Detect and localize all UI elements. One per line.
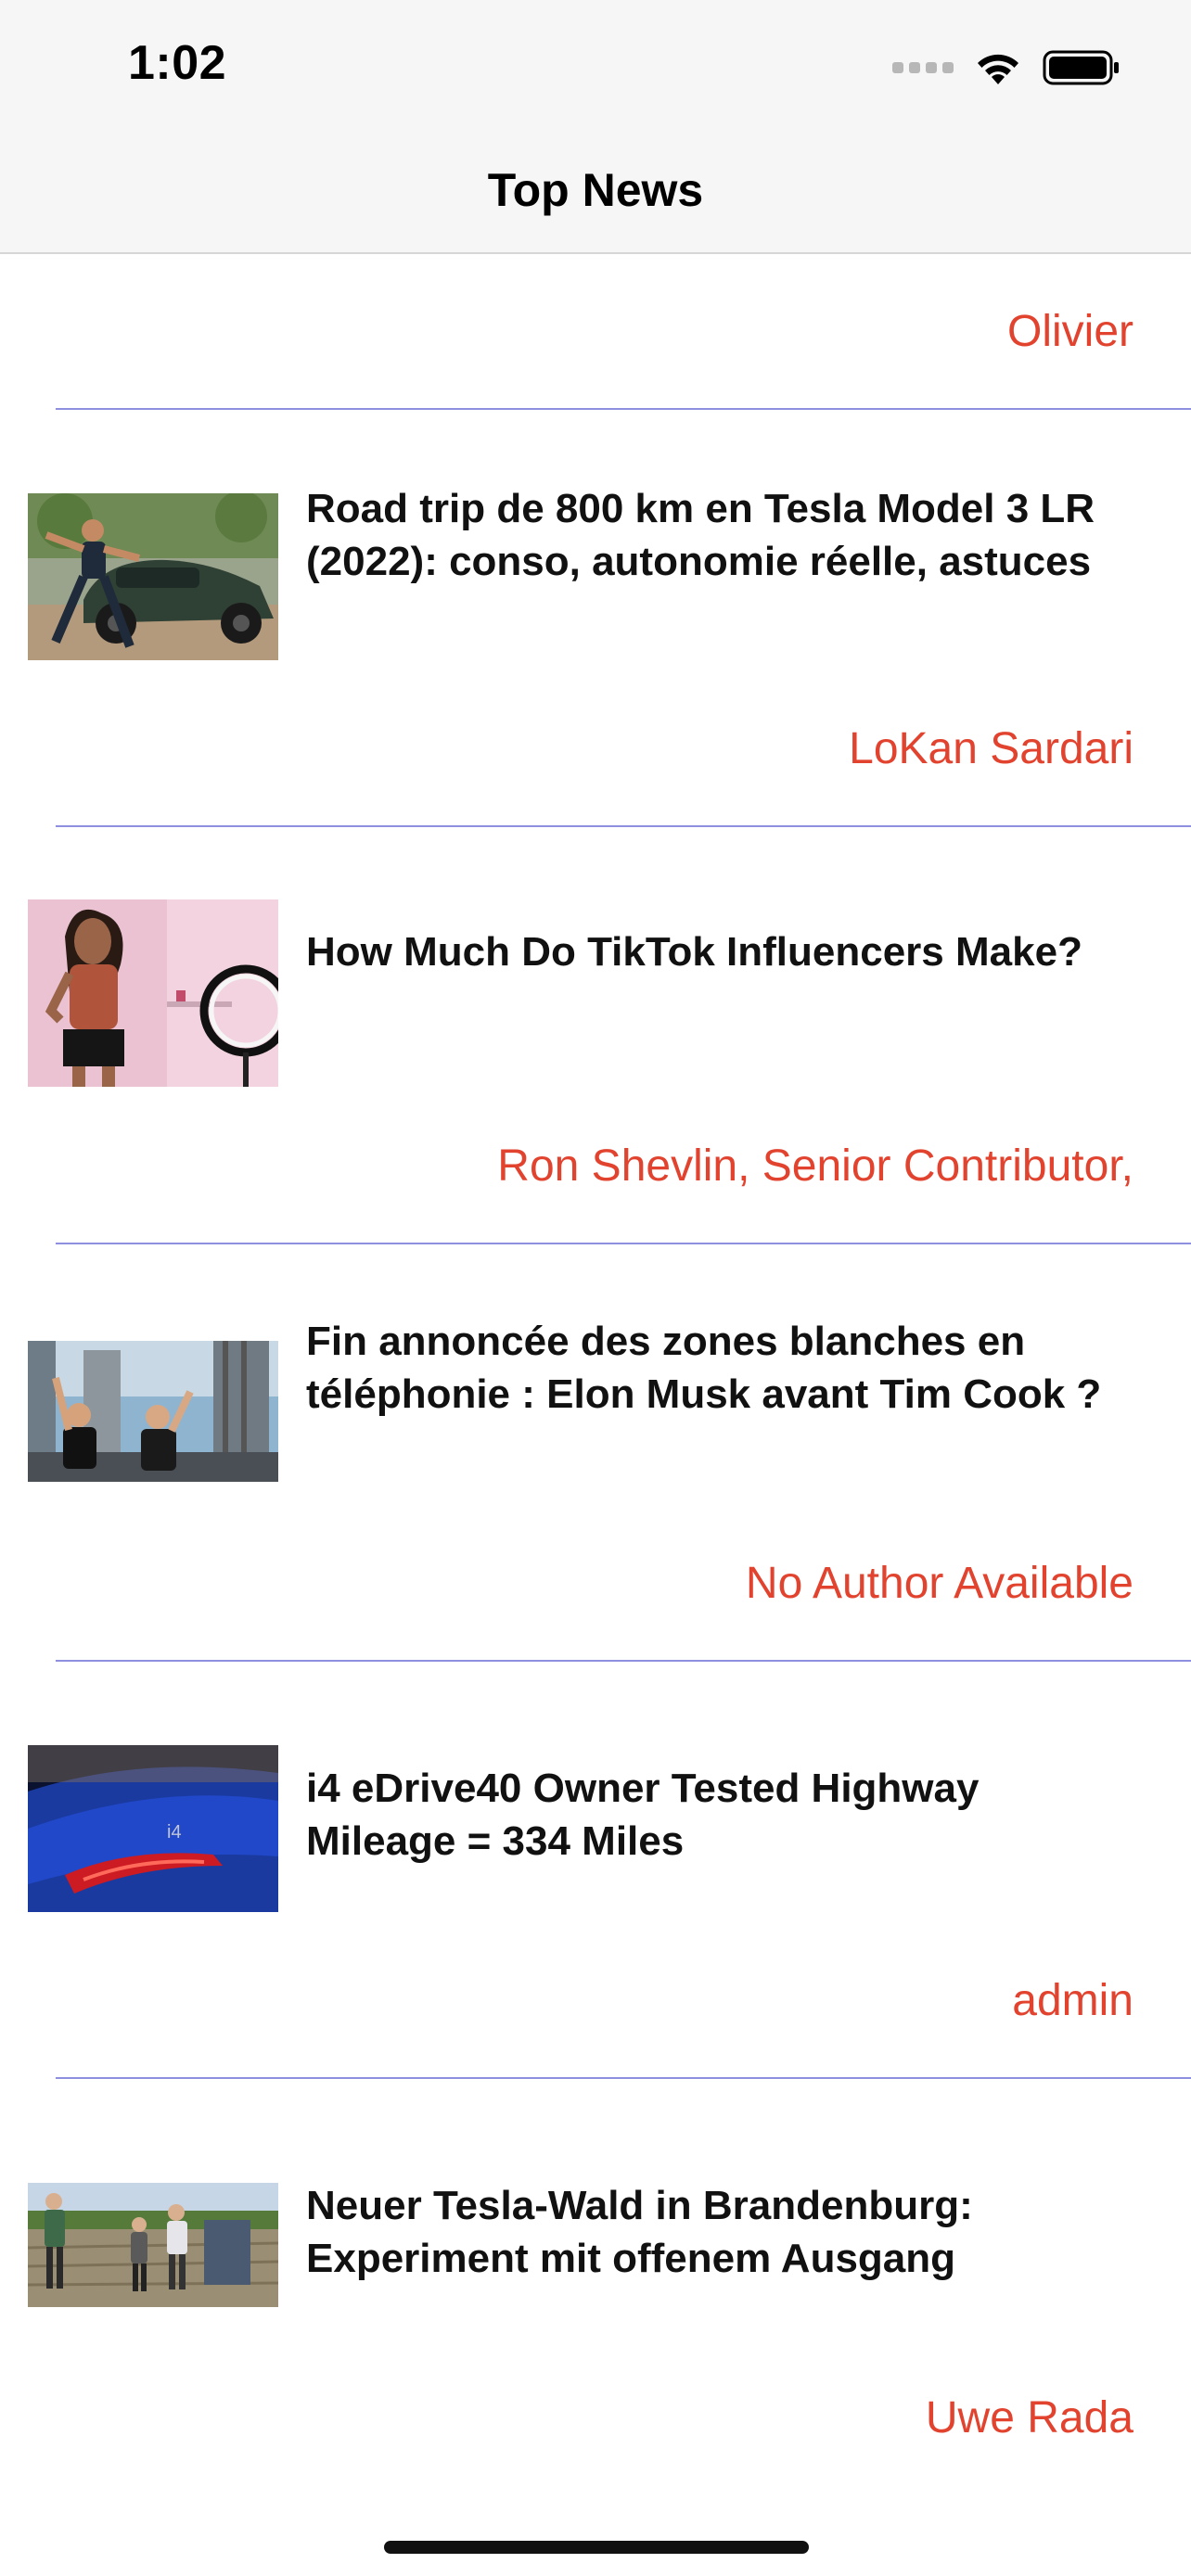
green-tesla-photo	[28, 493, 278, 660]
article-thumbnail[interactable]	[28, 2183, 278, 2307]
author-label: Olivier	[1006, 307, 1133, 356]
home-indicator[interactable]	[384, 2541, 809, 2554]
people-in-field-photo	[28, 2183, 278, 2307]
separator	[56, 825, 1191, 827]
author-label: Uwe Rada	[925, 2393, 1133, 2442]
article-thumbnail[interactable]	[28, 1341, 278, 1482]
article-thumbnail[interactable]	[28, 493, 278, 660]
article-headline[interactable]: Road trip de 800 km en Tesla Model 3 LR …	[306, 482, 1132, 588]
app-screen: 1:02 Top News Olivier Road trip de 800 k…	[0, 0, 1191, 2576]
author-label: admin	[1012, 1976, 1133, 2025]
separator	[56, 2077, 1191, 2079]
separator	[56, 1243, 1191, 1244]
separator	[56, 408, 1191, 410]
article-headline[interactable]: Neuer Tesla-Wald in Brandenburg: Experim…	[306, 2179, 1132, 2285]
author-label: Ron Shevlin, Senior Contributor,	[497, 1141, 1133, 1191]
author-label: LoKan Sardari	[849, 724, 1133, 773]
article-thumbnail[interactable]: i4	[28, 1745, 278, 1912]
author-label: No Author Available	[745, 1559, 1133, 1608]
article-headline[interactable]: How Much Do TikTok Influencers Make?	[306, 925, 1132, 978]
blue-bmw-taillight-photo: i4	[28, 1745, 278, 1912]
svg-text:i4: i4	[167, 1822, 182, 1843]
article-headline[interactable]: Fin annoncée des zones blanches en télép…	[306, 1315, 1132, 1421]
rocket-launch-celebration-photo	[28, 1341, 278, 1482]
news-list[interactable]: Olivier Road trip de 800 km en Tesla Mod…	[0, 0, 1191, 2576]
separator	[56, 1660, 1191, 1662]
article-thumbnail[interactable]	[28, 899, 278, 1087]
influencer-ring-light-photo	[28, 899, 278, 1087]
article-headline[interactable]: i4 eDrive40 Owner Tested Highway Mileage…	[306, 1762, 1132, 1868]
